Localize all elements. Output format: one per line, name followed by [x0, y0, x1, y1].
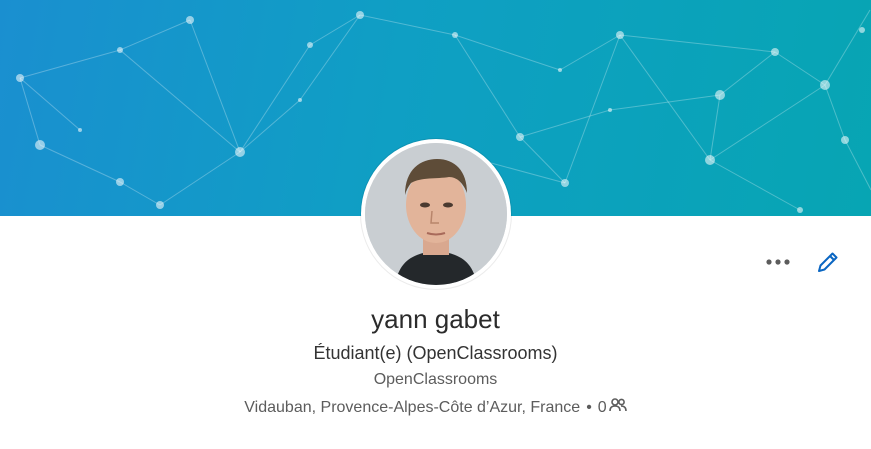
people-icon — [608, 396, 627, 420]
edit-profile-button[interactable] — [810, 244, 846, 280]
more-options-button[interactable] — [760, 246, 796, 278]
location-connections-line: Vidauban, Provence-Alpes-Côte d’Azur, Fr… — [0, 396, 871, 420]
profile-photo[interactable] — [361, 139, 511, 289]
profile-headline: Étudiant(e) (OpenClassrooms) — [313, 343, 558, 363]
profile-name: yann gabet — [371, 304, 500, 334]
pencil-icon — [818, 252, 838, 272]
profile-company[interactable]: OpenClassrooms — [0, 369, 871, 391]
person-photo-icon — [365, 143, 507, 285]
profile-location: Vidauban, Provence-Alpes-Côte d’Azur, Fr… — [244, 399, 581, 416]
avatar — [365, 143, 507, 285]
separator-dot: • — [586, 399, 592, 416]
more-horizontal-icon — [766, 259, 790, 265]
connections-count[interactable]: 0 — [598, 399, 607, 416]
